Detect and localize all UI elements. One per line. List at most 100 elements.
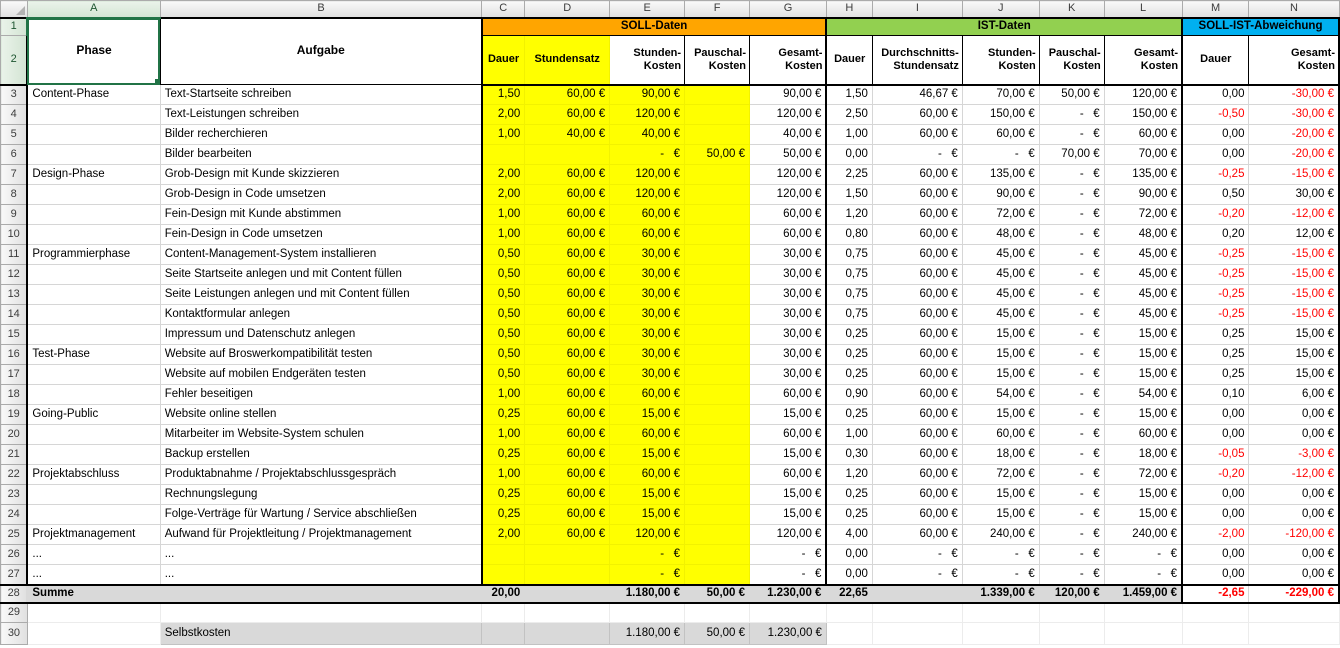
cell-D4[interactable]: 60,00 € [525,105,610,125]
cell-M26[interactable]: 0,00 [1182,545,1249,565]
cell-I8[interactable]: 60,00 € [872,185,962,205]
row-header-16[interactable]: 16 [1,345,28,365]
cell-H8[interactable]: 1,50 [826,185,872,205]
cell-D15[interactable]: 60,00 € [525,325,610,345]
cell-E9[interactable]: 60,00 € [610,205,685,225]
cell-D21[interactable]: 60,00 € [525,445,610,465]
cell-E19[interactable]: 15,00 € [610,405,685,425]
column-header-K[interactable]: K [1039,1,1104,18]
cell-A8[interactable] [27,185,160,205]
cell-C26[interactable] [482,545,525,565]
cell-K30[interactable] [1039,623,1104,645]
cell-C7[interactable]: 2,00 [482,165,525,185]
cell-I13[interactable]: 60,00 € [872,285,962,305]
cell-E29[interactable] [610,603,685,623]
cell-F30[interactable]: 50,00 € [685,623,750,645]
cell-D28[interactable] [525,585,610,603]
cell-B8[interactable]: Grob-Design in Code umsetzen [160,185,482,205]
cell-I19[interactable]: 60,00 € [872,405,962,425]
cell-F6[interactable]: 50,00 € [685,145,750,165]
cell-N23[interactable]: 0,00 € [1249,485,1339,505]
cell-N9[interactable]: -12,00 € [1249,205,1339,225]
cell-C15[interactable]: 0,50 [482,325,525,345]
cell-M27[interactable]: 0,00 [1182,565,1249,585]
cell-N22[interactable]: -12,00 € [1249,465,1339,485]
cell-L26[interactable]: - € [1104,545,1182,565]
cell-H10[interactable]: 0,80 [826,225,872,245]
cell-H14[interactable]: 0,75 [826,305,872,325]
cell-M13[interactable]: -0,25 [1182,285,1249,305]
cell-I28[interactable] [872,585,962,603]
cell-D12[interactable]: 60,00 € [525,265,610,285]
cell-B25[interactable]: Aufwand für Projektleitung / Projektmana… [160,525,482,545]
cell-J18[interactable]: 54,00 € [962,385,1039,405]
cell-G23[interactable]: 15,00 € [750,485,827,505]
cell-H22[interactable]: 1,20 [826,465,872,485]
cell-M11[interactable]: -0,25 [1182,245,1249,265]
cell-I17[interactable]: 60,00 € [872,365,962,385]
cell-H7[interactable]: 2,25 [826,165,872,185]
cell-J11[interactable]: 45,00 € [962,245,1039,265]
cell-G4[interactable]: 120,00 € [750,105,827,125]
cell-N10[interactable]: 12,00 € [1249,225,1339,245]
cell-J8[interactable]: 90,00 € [962,185,1039,205]
subheader-I[interactable]: Durchschnitts- Stundensatz [872,36,962,85]
cell-H9[interactable]: 1,20 [826,205,872,225]
cell-A27[interactable]: ... [27,565,160,585]
cell-D18[interactable]: 60,00 € [525,385,610,405]
cell-K20[interactable]: - € [1039,425,1104,445]
cell-M17[interactable]: 0,25 [1182,365,1249,385]
cell-D8[interactable]: 60,00 € [525,185,610,205]
subheader-C[interactable]: Dauer [482,36,525,85]
cell-A11[interactable]: Programmierphase [27,245,160,265]
row-header-30[interactable]: 30 [1,623,28,645]
cell-F25[interactable] [685,525,750,545]
column-header-G[interactable]: G [750,1,827,18]
cell-A19[interactable]: Going-Public [27,405,160,425]
column-header-H[interactable]: H [826,1,872,18]
cell-B12[interactable]: Seite Startseite anlegen und mit Content… [160,265,482,285]
cell-A30[interactable] [27,623,160,645]
row-header-3[interactable]: 3 [1,85,28,105]
cell-F7[interactable] [685,165,750,185]
cell-J7[interactable]: 135,00 € [962,165,1039,185]
cell-F17[interactable] [685,365,750,385]
cell-H27[interactable]: 0,00 [826,565,872,585]
subheader-F[interactable]: Pauschal- Kosten [685,36,750,85]
cell-E25[interactable]: 120,00 € [610,525,685,545]
cell-K24[interactable]: - € [1039,505,1104,525]
cell-K14[interactable]: - € [1039,305,1104,325]
cell-K27[interactable]: - € [1039,565,1104,585]
cell-C21[interactable]: 0,25 [482,445,525,465]
cell-G18[interactable]: 60,00 € [750,385,827,405]
cell-F3[interactable] [685,85,750,105]
cell-K9[interactable]: - € [1039,205,1104,225]
cell-M29[interactable] [1182,603,1249,623]
cell-E5[interactable]: 40,00 € [610,125,685,145]
cell-D19[interactable]: 60,00 € [525,405,610,425]
cell-K17[interactable]: - € [1039,365,1104,385]
cell-N26[interactable]: 0,00 € [1249,545,1339,565]
cell-H30[interactable] [826,623,872,645]
cell-C29[interactable] [482,603,525,623]
cell-F26[interactable] [685,545,750,565]
cell-M23[interactable]: 0,00 [1182,485,1249,505]
cell-J24[interactable]: 15,00 € [962,505,1039,525]
cell-A22[interactable]: Projektabschluss [27,465,160,485]
cell-A6[interactable] [27,145,160,165]
row-header-5[interactable]: 5 [1,125,28,145]
cell-L14[interactable]: 45,00 € [1104,305,1182,325]
cell-G15[interactable]: 30,00 € [750,325,827,345]
cell-K13[interactable]: - € [1039,285,1104,305]
cell-K8[interactable]: - € [1039,185,1104,205]
cell-H6[interactable]: 0,00 [826,145,872,165]
cell-N29[interactable] [1249,603,1339,623]
cell-L16[interactable]: 15,00 € [1104,345,1182,365]
cell-M18[interactable]: 0,10 [1182,385,1249,405]
cell-H26[interactable]: 0,00 [826,545,872,565]
cell-K10[interactable]: - € [1039,225,1104,245]
cell-J4[interactable]: 150,00 € [962,105,1039,125]
cell-B7[interactable]: Grob-Design mit Kunde skizzieren [160,165,482,185]
cell-M25[interactable]: -2,00 [1182,525,1249,545]
cell-H3[interactable]: 1,50 [826,85,872,105]
